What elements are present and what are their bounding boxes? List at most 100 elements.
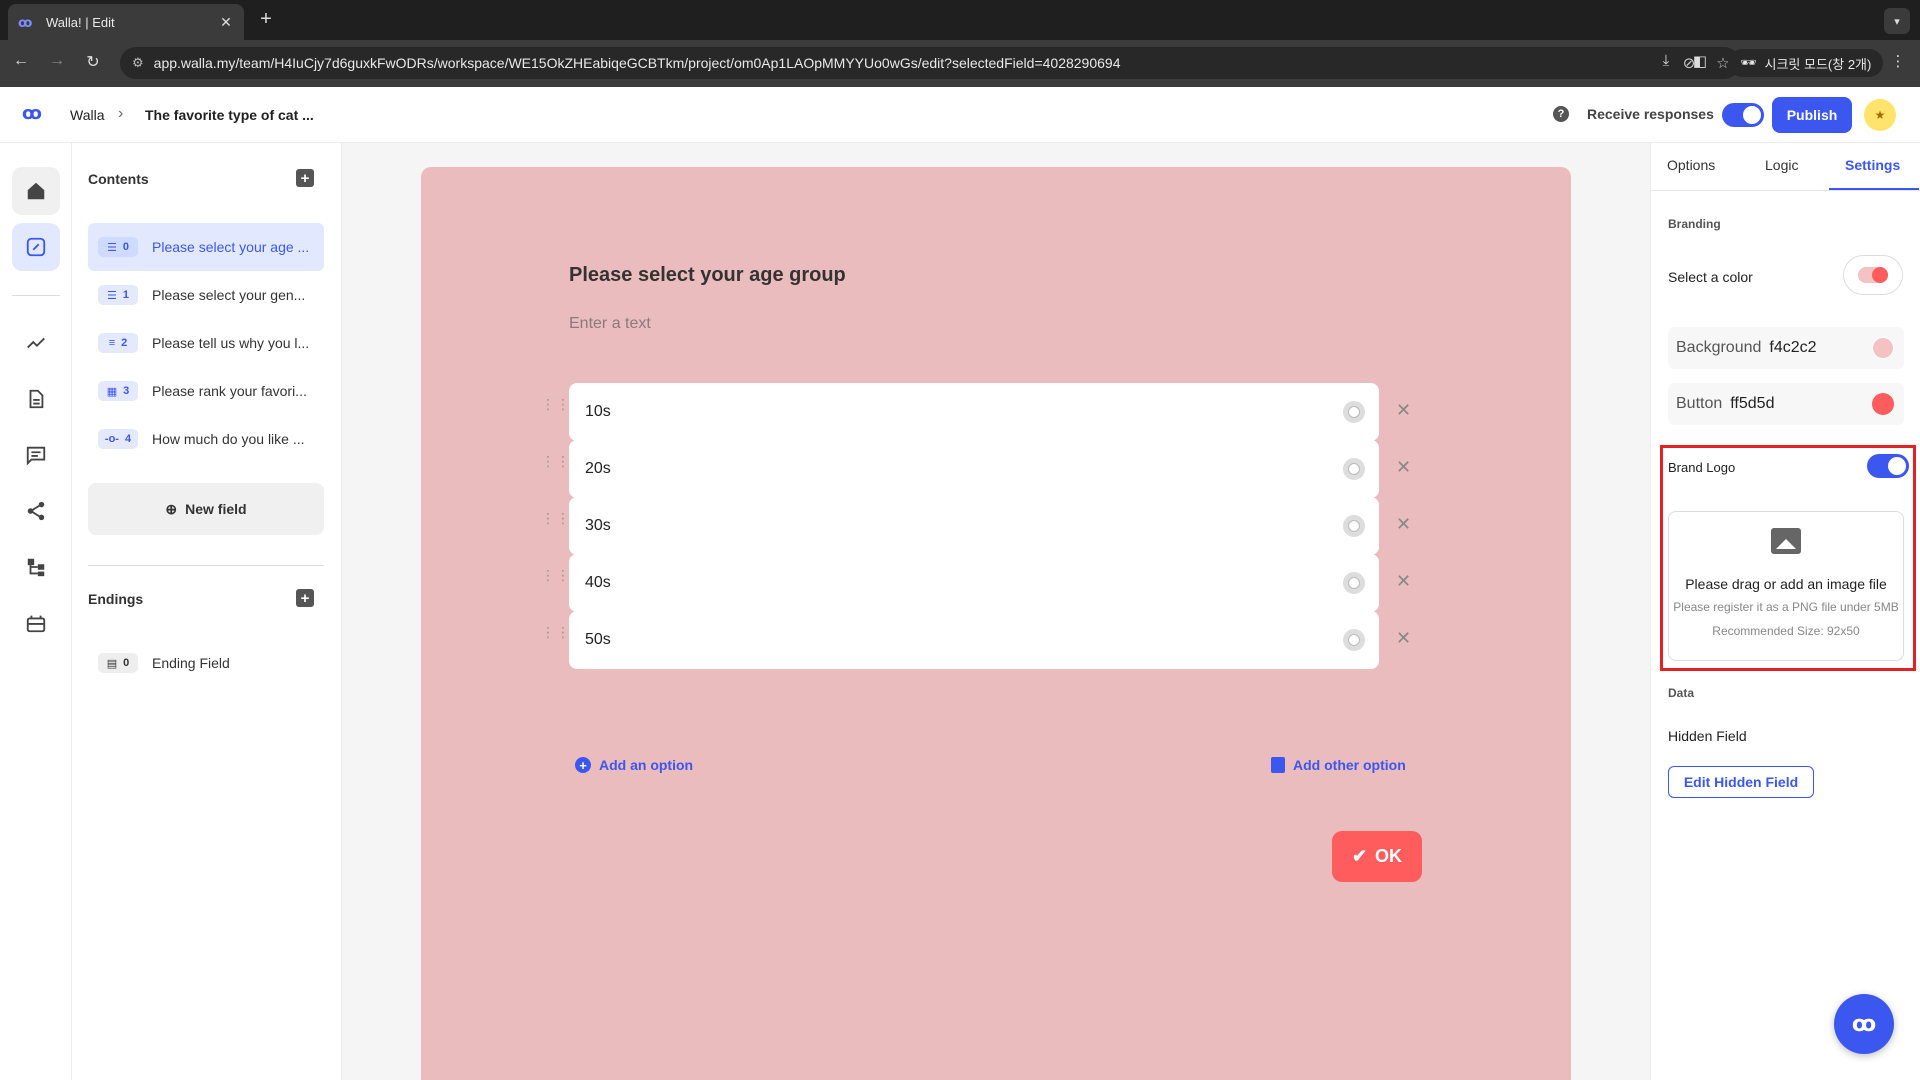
logo-upload-dropzone[interactable]: Please drag or add an image file Please … xyxy=(1668,511,1904,661)
avatar[interactable]: ★ xyxy=(1864,99,1896,131)
option-label[interactable]: 40s xyxy=(585,574,611,592)
browser-menu-icon[interactable]: ⋮ xyxy=(1886,52,1910,70)
publish-button[interactable]: Publish xyxy=(1772,97,1852,133)
drag-handle-icon[interactable]: ⋮⋮ xyxy=(541,511,570,525)
add-option-label: Add an option xyxy=(599,757,694,773)
option-row[interactable]: 20s xyxy=(569,440,1379,498)
button-swatch[interactable] xyxy=(1872,393,1894,415)
tab-title: Walla! | Edit xyxy=(46,14,115,30)
responses-button[interactable] xyxy=(12,375,60,423)
walla-chat-button[interactable]: ꝏ xyxy=(1834,994,1894,1054)
content-item-2[interactable]: ≡ 2 Please tell us why you l... xyxy=(88,319,324,367)
field-type-badge: -o- 4 xyxy=(98,429,138,449)
field-type-badge: ☰ 1 xyxy=(98,285,138,305)
option-label[interactable]: 10s xyxy=(585,403,611,421)
ok-button[interactable]: ✔ OK xyxy=(1332,831,1422,882)
side-panel-icon[interactable]: ◧ xyxy=(1688,52,1712,70)
analytics-button[interactable] xyxy=(12,319,60,367)
active-tab-indicator xyxy=(1829,188,1919,190)
color-picker-button[interactable] xyxy=(1843,255,1903,295)
remove-option-icon[interactable]: ✕ xyxy=(1396,571,1411,592)
walla-logo-icon[interactable]: ꝏ xyxy=(22,103,48,125)
option-row[interactable]: 10s xyxy=(569,383,1379,441)
option-label[interactable]: 50s xyxy=(585,631,611,649)
add-option-button[interactable]: + Add an option xyxy=(575,757,693,773)
site-info-icon[interactable]: ⚙ xyxy=(132,55,144,71)
question-description-input[interactable]: Enter a text xyxy=(569,315,651,333)
branding-section-title: Branding xyxy=(1668,217,1721,231)
ok-label: OK xyxy=(1375,846,1403,866)
share-button[interactable] xyxy=(12,487,60,535)
button-color-row[interactable]: Button ff5d5d xyxy=(1668,383,1904,425)
drag-handle-icon[interactable]: ⋮⋮ xyxy=(541,568,570,582)
edit-hidden-field-button[interactable]: Edit Hidden Field xyxy=(1668,766,1814,798)
comments-button[interactable] xyxy=(12,431,60,479)
integrations-button[interactable] xyxy=(12,543,60,591)
new-field-button[interactable]: ⊕ New field xyxy=(88,483,324,535)
content-item-label: Please rank your favori... xyxy=(152,383,307,399)
flow-icon xyxy=(27,558,45,577)
browser-tab-bar: ꝏ Walla! | Edit ✕ + ▾ xyxy=(0,0,1920,40)
upload-hint: Please register it as a PNG file under 5… xyxy=(1673,600,1899,614)
content-item-4[interactable]: -o- 4 How much do you like ... xyxy=(88,415,324,463)
button-value[interactable]: ff5d5d xyxy=(1730,395,1774,413)
brand-logo-label: Brand Logo xyxy=(1668,460,1736,475)
ending-item-0[interactable]: ▤ 0 Ending Field xyxy=(88,639,324,687)
option-label[interactable]: 30s xyxy=(585,517,611,535)
tab-settings[interactable]: Settings xyxy=(1845,157,1900,173)
tab-options[interactable]: Options xyxy=(1667,157,1715,173)
contents-panel: Contents + ☰ 0 Please select your age ...… xyxy=(72,143,342,1080)
breadcrumb-current[interactable]: The favorite type of cat ... xyxy=(145,107,314,123)
brand-logo-toggle[interactable] xyxy=(1867,454,1909,478)
new-field-label: New field xyxy=(185,501,247,517)
content-item-0[interactable]: ☰ 0 Please select your age ... xyxy=(88,223,324,271)
background-value[interactable]: f4c2c2 xyxy=(1769,339,1816,357)
tab-logic[interactable]: Logic xyxy=(1765,157,1798,173)
contents-title: Contents xyxy=(88,171,149,187)
breadcrumb-separator: › xyxy=(118,105,124,122)
field-type-badge: ☰ 0 xyxy=(98,237,138,257)
drag-handle-icon[interactable]: ⋮⋮ xyxy=(541,454,570,468)
option-row[interactable]: 50s xyxy=(569,611,1379,669)
edit-button[interactable] xyxy=(12,223,60,271)
browser-tab[interactable]: ꝏ Walla! | Edit ✕ xyxy=(8,4,244,40)
option-row[interactable]: 30s xyxy=(569,497,1379,555)
remove-option-icon[interactable]: ✕ xyxy=(1396,400,1411,421)
contents-divider xyxy=(88,565,324,566)
content-item-3[interactable]: ▦ 3 Please rank your favori... xyxy=(88,367,324,415)
address-bar[interactable]: ⚙ app.walla.my/team/H4IuCjy7d6guxkFwODRs… xyxy=(120,47,1740,79)
download-icon[interactable]: ⤓ xyxy=(1654,52,1678,69)
reload-icon[interactable]: ↻ xyxy=(82,52,104,72)
remove-option-icon[interactable]: ✕ xyxy=(1396,457,1411,478)
tab-close-icon[interactable]: ✕ xyxy=(218,14,234,31)
templates-button[interactable] xyxy=(12,599,60,647)
home-button[interactable] xyxy=(12,167,60,215)
walla-logo-icon: ꝏ xyxy=(1851,1011,1877,1036)
content-item-1[interactable]: ☰ 1 Please select your gen... xyxy=(88,271,324,319)
forward-icon[interactable]: → xyxy=(46,52,68,70)
back-icon[interactable]: ← xyxy=(10,52,32,70)
drag-handle-icon[interactable]: ⋮⋮ xyxy=(541,625,570,639)
option-row[interactable]: 40s xyxy=(569,554,1379,612)
add-ending-plus-icon[interactable]: + xyxy=(296,589,314,607)
new-tab-icon[interactable]: + xyxy=(254,8,278,31)
option-label[interactable]: 20s xyxy=(585,460,611,478)
message-icon xyxy=(26,446,46,466)
radio-icon xyxy=(1343,515,1365,537)
background-swatch[interactable] xyxy=(1872,337,1894,359)
add-other-option-button[interactable]: Add other option xyxy=(1271,757,1406,773)
tab-search-icon[interactable]: ▾ xyxy=(1884,8,1910,34)
background-color-row[interactable]: Background f4c2c2 xyxy=(1668,327,1904,369)
add-content-plus-icon[interactable]: + xyxy=(296,169,314,187)
question-title[interactable]: Please select your age group xyxy=(569,264,846,287)
drag-handle-icon[interactable]: ⋮⋮ xyxy=(541,397,570,411)
remove-option-icon[interactable]: ✕ xyxy=(1396,514,1411,535)
incognito-indicator[interactable]: 🕶 시크릿 모드(창 2개) xyxy=(1728,49,1884,77)
grid-icon: ▦ xyxy=(106,385,118,398)
share-icon xyxy=(27,501,45,521)
document-icon xyxy=(1271,757,1285,773)
receive-responses-toggle[interactable] xyxy=(1722,103,1764,127)
help-icon[interactable]: ? xyxy=(1553,106,1569,122)
remove-option-icon[interactable]: ✕ xyxy=(1396,628,1411,649)
breadcrumb-root[interactable]: Walla xyxy=(70,107,105,123)
